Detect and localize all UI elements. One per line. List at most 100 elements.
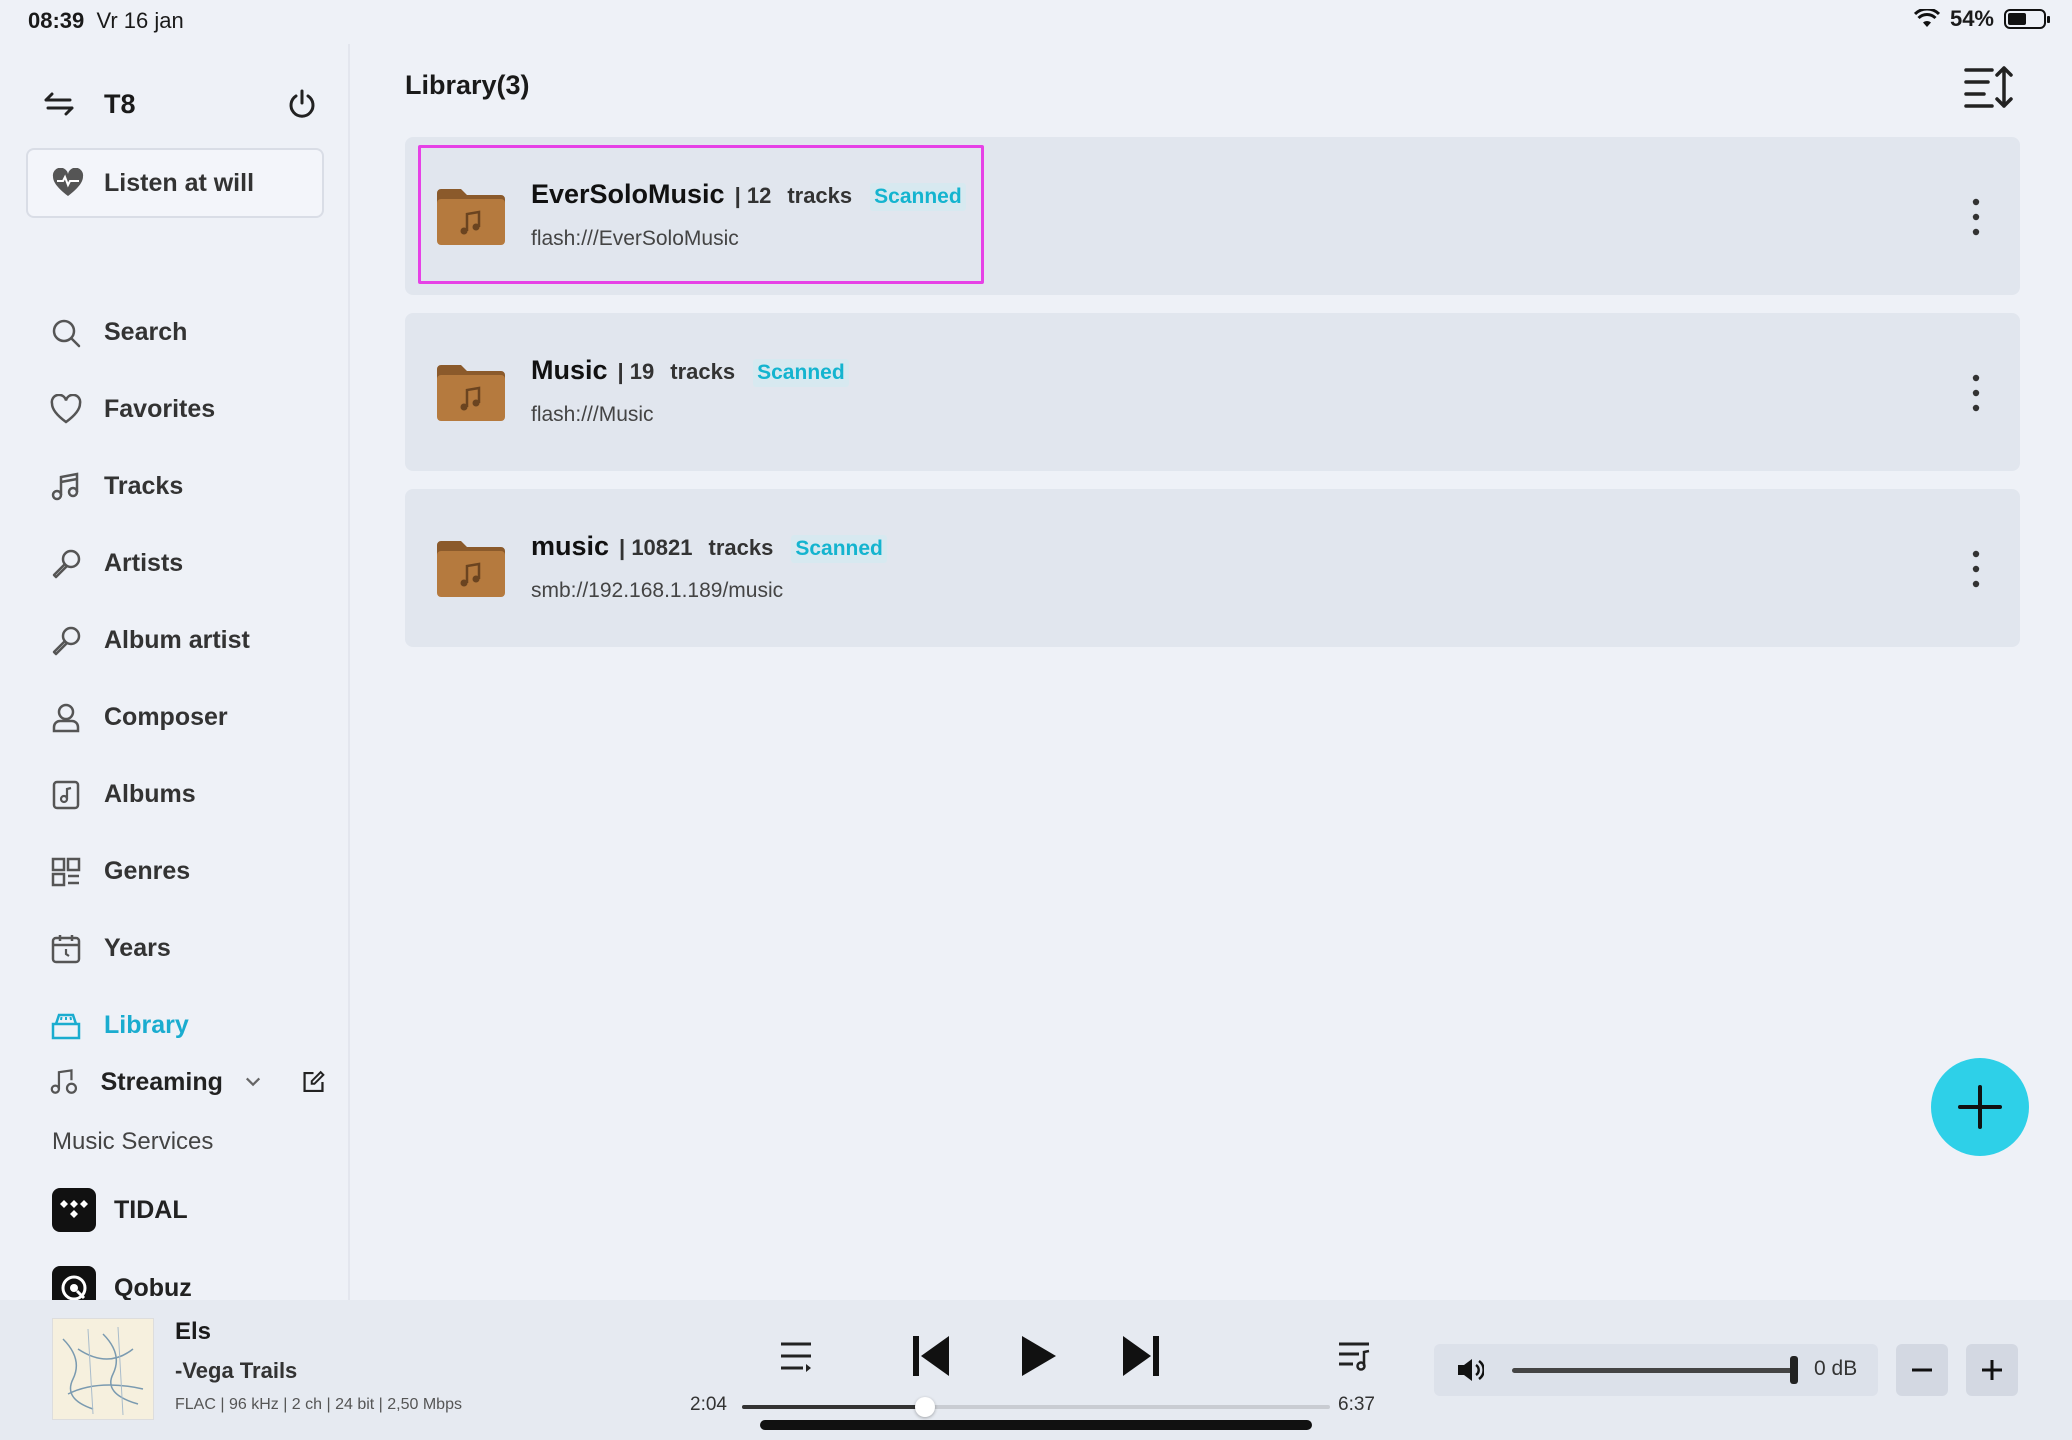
sidebar-item-album-artist[interactable]: Album artist: [50, 602, 348, 679]
status-bar: 08:39 Vr 16 jan 54%: [0, 0, 2072, 44]
edit-icon[interactable]: [301, 1068, 326, 1096]
sidebar-item-label: Search: [104, 318, 188, 346]
track-format: FLAC | 96 kHz | 2 ch | 24 bit | 2,50 Mbp…: [175, 1396, 462, 1413]
service-label: Qobuz: [114, 1273, 192, 1301]
library-tracks-label: tracks: [787, 183, 853, 208]
progress-knob[interactable]: [915, 1397, 935, 1417]
sidebar-item-composer[interactable]: Composer: [50, 679, 348, 756]
status-date: Vr 16 jan: [96, 8, 184, 33]
library-count: | 10821: [619, 535, 693, 560]
more-vertical-icon[interactable]: [1970, 373, 1982, 413]
add-library-button[interactable]: [1931, 1058, 2029, 1156]
music-folder-icon: [437, 541, 505, 597]
volume-knob[interactable]: [1790, 1356, 1798, 1384]
qobuz-logo-icon: [52, 1266, 96, 1300]
search-icon: [52, 319, 81, 347]
heart-icon: [50, 393, 82, 424]
library-count: | 12: [734, 183, 772, 208]
library-card[interactable]: EverSoloMusic | 12 tracks Scanned flash:…: [405, 137, 2020, 295]
library-path: smb://192.168.1.189/music: [531, 579, 784, 602]
status-right: 54%: [1913, 6, 2050, 32]
library-icon: [51, 1013, 81, 1039]
now-playing-bar: Els -Vega Trails FLAC | 96 kHz | 2 ch | …: [0, 1300, 2072, 1440]
total-duration: 6:37: [1338, 1394, 1375, 1415]
service-tidal[interactable]: TIDAL: [52, 1186, 188, 1234]
album-icon: [52, 780, 80, 809]
volume-control: 0 dB: [1434, 1344, 1878, 1396]
streaming-note-icon: [50, 1069, 78, 1094]
queue-button[interactable]: [776, 1330, 816, 1382]
sidebar-item-label: Library: [104, 1011, 189, 1039]
sidebar: T8 Listen at will Search Favorites Track…: [0, 44, 350, 1300]
queue-list-icon: [781, 1342, 811, 1372]
sidebar-item-albums[interactable]: Albums: [50, 756, 348, 833]
volume-slider[interactable]: [1512, 1368, 1794, 1373]
status-badge: Scanned: [870, 183, 966, 211]
library-path: flash:///Music: [531, 403, 654, 426]
plus-icon: [1958, 1085, 2002, 1129]
sidebar-item-label: Artists: [104, 549, 184, 577]
library-name: Music: [531, 355, 608, 385]
service-qobuz[interactable]: Qobuz: [52, 1264, 192, 1300]
sidebar-header: T8: [44, 84, 318, 124]
streaming-label: Streaming: [100, 1067, 223, 1096]
plus-icon: [1982, 1360, 2002, 1380]
track-title: Els: [175, 1318, 212, 1345]
skip-next-icon: [1123, 1336, 1159, 1376]
device-name: T8: [104, 88, 136, 119]
progress-bar[interactable]: [742, 1397, 1330, 1417]
music-folder-icon: [437, 365, 505, 421]
status-clock: 08:39: [28, 8, 85, 33]
sidebar-item-label: Tracks: [104, 472, 184, 500]
sidebar-item-years[interactable]: Years: [50, 910, 348, 987]
music-folder-icon: [437, 189, 505, 245]
chevron-down-icon[interactable]: [245, 1076, 261, 1088]
next-button[interactable]: [1118, 1330, 1164, 1382]
playlist-music-icon: [1339, 1342, 1370, 1371]
listen-at-will-button[interactable]: Listen at will: [26, 148, 324, 218]
power-icon[interactable]: [286, 88, 318, 120]
speaker-icon[interactable]: [1456, 1357, 1484, 1383]
album-cover[interactable]: [52, 1318, 154, 1420]
sidebar-item-label: Composer: [104, 703, 228, 731]
library-card[interactable]: music | 10821 tracks Scanned smb://192.1…: [405, 489, 2020, 647]
playlist-button[interactable]: [1334, 1330, 1374, 1382]
sidebar-item-genres[interactable]: Genres: [50, 833, 348, 910]
status-badge: Scanned: [791, 535, 887, 563]
heart-pulse-icon: [52, 168, 84, 196]
calendar-icon: [51, 934, 81, 963]
volume-up-button[interactable]: [1966, 1344, 2018, 1396]
sidebar-item-artists[interactable]: Artists: [50, 525, 348, 602]
microphone-icon: [52, 549, 81, 578]
volume-down-button[interactable]: [1896, 1344, 1948, 1396]
more-vertical-icon[interactable]: [1970, 549, 1982, 589]
previous-button[interactable]: [908, 1330, 954, 1382]
library-tracks-label: tracks: [708, 535, 774, 560]
more-vertical-icon[interactable]: [1970, 197, 1982, 237]
service-label: TIDAL: [114, 1195, 188, 1224]
sidebar-item-search[interactable]: Search: [50, 294, 348, 371]
music-note-icon: [51, 471, 79, 500]
streaming-section-header[interactable]: Streaming: [50, 1052, 326, 1112]
sidebar-item-label: Favorites: [104, 395, 216, 423]
sidebar-nav: Search Favorites Tracks Artists Album ar…: [50, 294, 348, 1064]
sidebar-item-label: Years: [104, 934, 171, 962]
sidebar-item-tracks[interactable]: Tracks: [50, 448, 348, 525]
elapsed-time: 2:04: [690, 1394, 727, 1415]
sidebar-item-label: Albums: [104, 780, 196, 808]
battery-percent: 54%: [1949, 6, 1994, 31]
battery-icon: [2004, 9, 2050, 29]
library-name-row: Music | 19 tracks Scanned: [531, 355, 849, 387]
person-icon: [52, 703, 80, 732]
wifi-icon: [1913, 9, 1940, 27]
sidebar-item-label: Album artist: [104, 626, 250, 654]
switch-device-icon[interactable]: [44, 92, 74, 116]
library-name: music: [531, 531, 610, 561]
library-card[interactable]: Music | 19 tracks Scanned flash:///Music: [405, 313, 2020, 471]
play-icon: [1022, 1336, 1056, 1376]
sidebar-item-favorites[interactable]: Favorites: [50, 371, 348, 448]
play-button[interactable]: [1016, 1330, 1062, 1382]
music-services-label: Music Services: [52, 1128, 214, 1155]
sort-icon[interactable]: [1962, 64, 2016, 110]
progress-fill: [742, 1405, 925, 1409]
